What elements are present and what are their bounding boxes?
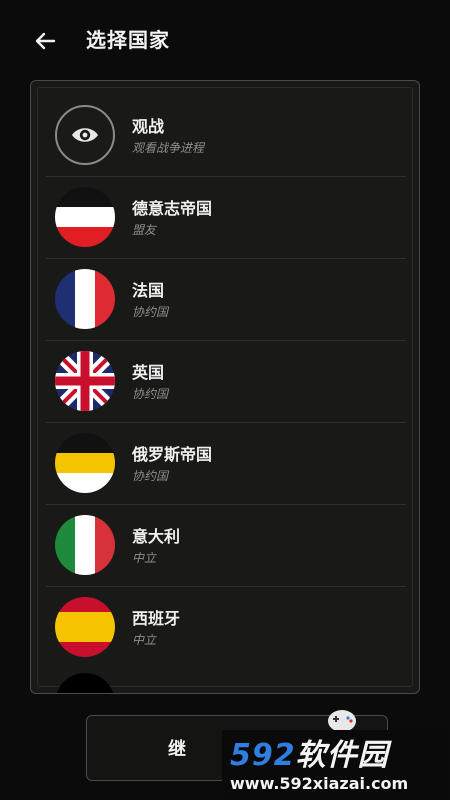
italy-flag-icon (55, 515, 115, 575)
country-name: 俄罗斯帝国 (132, 445, 213, 464)
watermark-url: www.592xiazai.com (230, 774, 409, 793)
german-empire-flag-icon (55, 187, 115, 247)
country-subtitle: 协约国 (132, 469, 169, 483)
list-item-uk[interactable]: 英国 协约国 (46, 341, 406, 423)
watermark: 592软件园 www.592xiazai.com (222, 730, 448, 800)
country-name: 观战 (132, 117, 165, 136)
watermark-logo: 592软件园 (230, 738, 389, 773)
country-list: 观战 观看战争进程 德意志帝国 盟友 法国 协约国 英国 协约国 俄罗斯帝国 协… (46, 95, 406, 668)
list-item-spectate[interactable]: 观战 观看战争进程 (46, 95, 406, 177)
eye-icon (55, 105, 115, 165)
continue-label: 继 (168, 739, 186, 760)
country-name: 法国 (132, 281, 165, 300)
country-subtitle: 协约国 (132, 305, 169, 319)
header: 选择国家 (0, 0, 450, 80)
country-name: 德意志帝国 (132, 199, 213, 218)
country-name: 意大利 (132, 527, 181, 546)
list-item-spain[interactable]: 西班牙 中立 (46, 587, 406, 668)
list-item-italy[interactable]: 意大利 中立 (46, 505, 406, 587)
uk-flag-icon (55, 351, 115, 411)
list-item-france[interactable]: 法国 协约国 (46, 259, 406, 341)
list-item-russian-empire[interactable]: 俄罗斯帝国 协约国 (46, 423, 406, 505)
country-subtitle: 盟友 (132, 223, 157, 237)
list-item-german-empire[interactable]: 德意志帝国 盟友 (46, 177, 406, 259)
country-list-panel[interactable]: 观战 观看战争进程 德意志帝国 盟友 法国 协约国 英国 协约国 俄罗斯帝国 协… (30, 80, 420, 694)
country-subtitle: 观看战争进程 (132, 141, 205, 155)
country-subtitle: 中立 (132, 551, 157, 565)
page-title: 选择国家 (86, 28, 170, 52)
partial-flag-icon (55, 673, 115, 693)
arrow-left-icon (35, 32, 56, 50)
country-subtitle: 中立 (132, 633, 157, 647)
country-subtitle: 协约国 (132, 387, 169, 401)
country-name: 西班牙 (132, 609, 181, 628)
spain-flag-icon (55, 597, 115, 657)
russian-empire-flag-icon (55, 433, 115, 493)
france-flag-icon (55, 269, 115, 329)
back-button[interactable] (30, 26, 60, 56)
country-name: 英国 (132, 363, 165, 382)
